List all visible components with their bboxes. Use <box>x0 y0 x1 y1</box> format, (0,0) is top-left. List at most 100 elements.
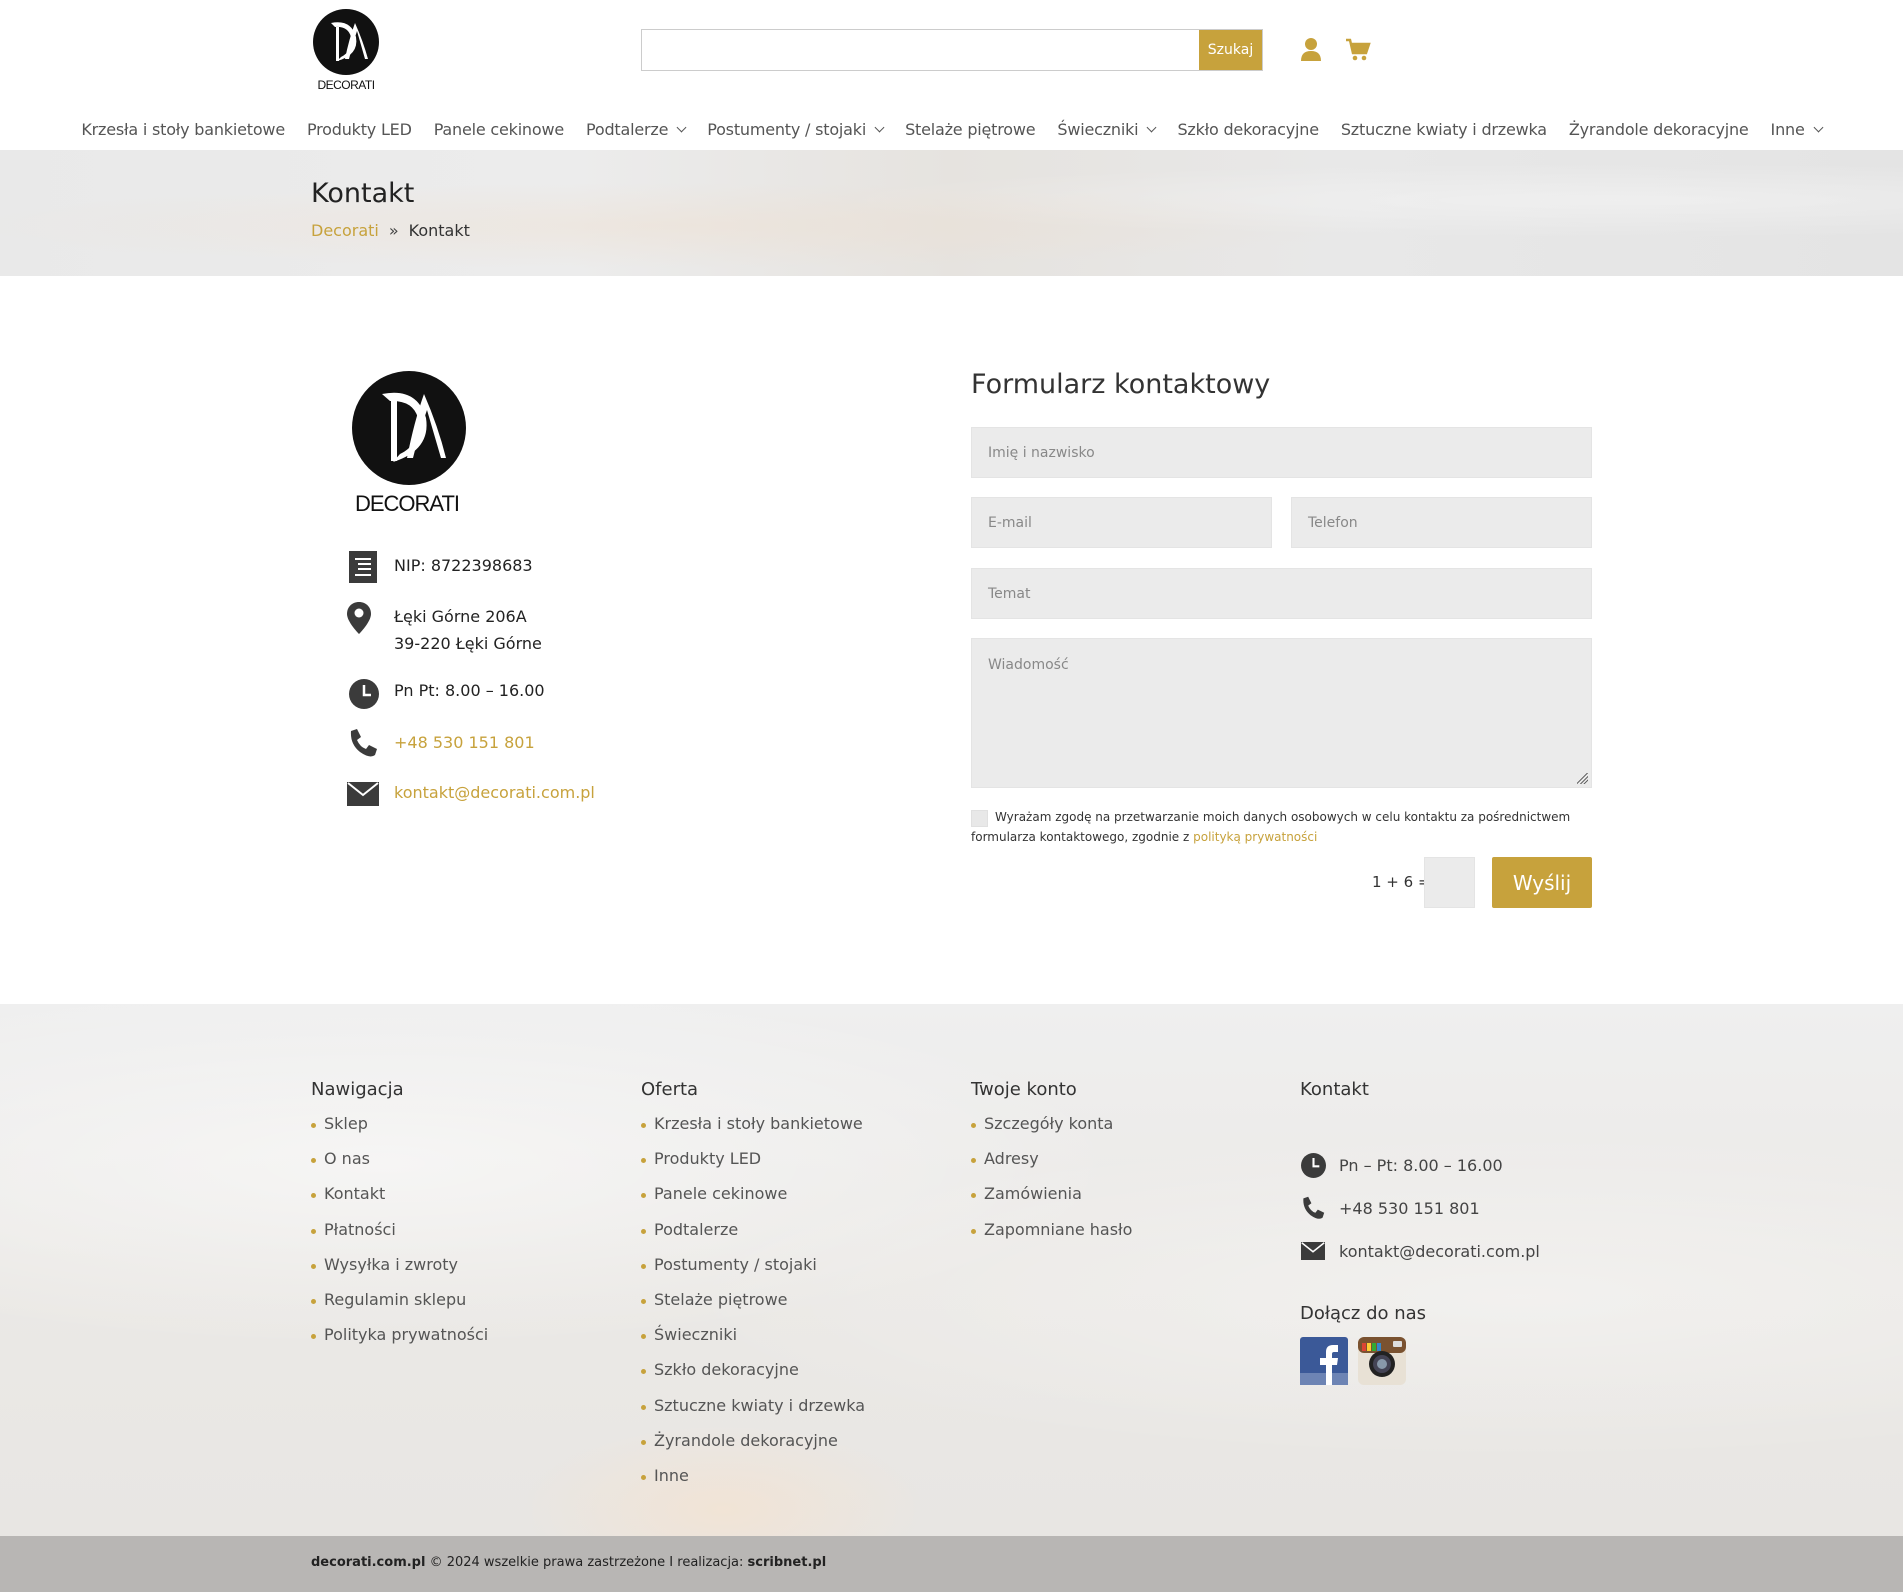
footer-offer-title: Oferta <box>641 1079 699 1100</box>
search-bar: Szukaj <box>641 29 1263 71</box>
footer-link[interactable]: O nas <box>311 1149 488 1184</box>
breadcrumb: Decorati » Kontakt <box>311 221 470 240</box>
footer <box>0 1004 1903 1536</box>
nav-item-stelaze[interactable]: Stelaże piętrowe <box>894 120 1046 139</box>
email-placeholder: E-mail <box>988 514 1032 531</box>
address-line-2: 39-220 Łęki Górne <box>394 634 542 653</box>
nav-item-krzesla[interactable]: Krzesła i stoły bankietowe <box>70 120 296 139</box>
submit-button[interactable]: Wyślij <box>1492 857 1592 908</box>
footer-hours: Pn – Pt: 8.00 – 16.00 <box>1339 1156 1503 1175</box>
nav-item-kwiaty[interactable]: Sztuczne kwiaty i drzewka <box>1330 120 1558 139</box>
footer-link[interactable]: Polityka prywatności <box>311 1325 488 1360</box>
chevron-down-icon <box>676 122 687 132</box>
consent-text: Wyrażam zgodę na przetwarzanie moich dan… <box>971 807 1601 847</box>
clock-icon <box>1300 1152 1326 1178</box>
resize-handle-icon[interactable] <box>1577 773 1588 784</box>
footer-phone-link[interactable]: +48 530 151 801 <box>1339 1199 1480 1218</box>
logo-wordmark: DECORATI <box>355 491 459 515</box>
phone-icon <box>347 727 379 759</box>
main-navigation: Krzesła i stoły bankietowe Produkty LED … <box>0 108 1903 150</box>
instagram-icon[interactable] <box>1358 1337 1406 1385</box>
search-input[interactable] <box>642 30 1199 70</box>
logo-wordmark: DECORATI <box>317 78 374 91</box>
footer-link[interactable]: Sklep <box>311 1114 488 1149</box>
document-icon <box>347 551 379 583</box>
breadcrumb-separator: » <box>388 221 399 240</box>
nav-item-swieczniki[interactable]: Świeczniki <box>1046 120 1166 139</box>
footer-link[interactable]: Szkło dekoracyjne <box>641 1360 865 1395</box>
footer-link[interactable]: Żyrandole dekoracyjne <box>641 1431 865 1466</box>
footer-link[interactable]: Zapomniane hasło <box>971 1220 1132 1255</box>
nav-item-podtalerze[interactable]: Podtalerze <box>575 120 696 139</box>
footer-account-list: Szczegóły konta Adresy Zamówienia Zapomn… <box>971 1114 1132 1255</box>
name-placeholder: Imię i nazwisko <box>988 444 1095 461</box>
footer-nav-title: Nawigacja <box>311 1079 404 1100</box>
footer-account-title: Twoje konto <box>971 1079 1077 1100</box>
footer-link[interactable]: Panele cekinowe <box>641 1184 865 1219</box>
envelope-icon <box>1300 1238 1326 1264</box>
footer-link[interactable]: Szczegóły konta <box>971 1114 1132 1149</box>
nav-item-produkty-led[interactable]: Produkty LED <box>296 120 423 139</box>
footer-link[interactable]: Krzesła i stoły bankietowe <box>641 1114 865 1149</box>
chevron-down-icon <box>1146 122 1157 132</box>
footer-offer-list: Krzesła i stoły bankietowe Produkty LED … <box>641 1114 865 1501</box>
name-field[interactable]: Imię i nazwisko <box>971 427 1592 478</box>
footer-nav-list: Sklep O nas Kontakt Płatności Wysyłka i … <box>311 1114 488 1360</box>
footer-link[interactable]: Płatności <box>311 1220 488 1255</box>
phone-field[interactable]: Telefon <box>1291 497 1592 548</box>
phone-link[interactable]: +48 530 151 801 <box>394 730 535 756</box>
footer-link[interactable]: Regulamin sklepu <box>311 1290 488 1325</box>
site-logo[interactable]: DECORATI <box>311 9 381 92</box>
footer-link[interactable]: Świeczniki <box>641 1325 865 1360</box>
clock-icon <box>348 678 380 710</box>
captcha-question: 1 + 6 = <box>1372 873 1431 891</box>
breadcrumb-home-link[interactable]: Decorati <box>311 221 379 240</box>
location-pin-icon <box>343 602 375 634</box>
form-title: Formularz kontaktowy <box>971 369 1271 400</box>
breadcrumb-current: Kontakt <box>408 221 470 240</box>
company-logo: DECORATI <box>349 370 469 516</box>
address-line-1: Łęki Górne 206A <box>394 607 527 626</box>
email-link[interactable]: kontakt@decorati.com.pl <box>394 780 595 806</box>
nav-item-postumenty[interactable]: Postumenty / stojaki <box>696 120 894 139</box>
chevron-down-icon <box>874 122 885 132</box>
footer-link[interactable]: Podtalerze <box>641 1220 865 1255</box>
envelope-icon <box>347 778 379 810</box>
footer-contact-title: Kontakt <box>1300 1079 1369 1100</box>
footer-email-link[interactable]: kontakt@decorati.com.pl <box>1339 1242 1540 1261</box>
nav-item-szklo[interactable]: Szkło dekoracyjne <box>1166 120 1329 139</box>
email-field[interactable]: E-mail <box>971 497 1272 548</box>
footer-link[interactable]: Postumenty / stojaki <box>641 1255 865 1290</box>
footer-social-title: Dołącz do nas <box>1300 1303 1427 1324</box>
footer-link[interactable]: Produkty LED <box>641 1149 865 1184</box>
message-placeholder: Wiadomość <box>988 657 1069 673</box>
subject-field[interactable]: Temat <box>971 568 1592 619</box>
page-banner <box>0 150 1903 276</box>
nav-item-zyrandole[interactable]: Żyrandole dekoracyjne <box>1558 120 1760 139</box>
copyright-text: decorati.com.pl © 2024 wszelkie prawa za… <box>311 1555 826 1570</box>
nip-number: NIP: 8722398683 <box>394 556 533 575</box>
footer-link[interactable]: Sztuczne kwiaty i drzewka <box>641 1396 865 1431</box>
footer-link[interactable]: Wysyłka i zwroty <box>311 1255 488 1290</box>
footer-link[interactable]: Zamówienia <box>971 1184 1132 1219</box>
page-title: Kontakt <box>311 178 415 209</box>
captcha-input[interactable] <box>1424 857 1475 908</box>
search-button[interactable]: Szukaj <box>1199 30 1262 70</box>
user-account-icon[interactable] <box>1300 37 1322 63</box>
footer-link[interactable]: Stelaże piętrowe <box>641 1290 865 1325</box>
phone-placeholder: Telefon <box>1308 514 1358 531</box>
footer-link[interactable]: Kontakt <box>311 1184 488 1219</box>
footer-link[interactable]: Adresy <box>971 1149 1132 1184</box>
copyright-notice: © 2024 wszelkie prawa zastrzeżone I real… <box>425 1555 748 1570</box>
nav-item-panele[interactable]: Panele cekinowe <box>423 120 575 139</box>
nav-item-inne[interactable]: Inne <box>1760 120 1833 139</box>
footer-link[interactable]: Inne <box>641 1466 865 1501</box>
phone-icon <box>1300 1195 1326 1221</box>
author-link[interactable]: scribnet.pl <box>748 1555 827 1570</box>
facebook-icon[interactable] <box>1300 1337 1348 1385</box>
subject-placeholder: Temat <box>988 585 1031 602</box>
message-field[interactable]: Wiadomość <box>971 638 1592 788</box>
chevron-down-icon <box>1813 122 1824 132</box>
cart-icon[interactable] <box>1345 38 1371 62</box>
privacy-policy-link[interactable]: polityką prywatności <box>1193 830 1317 844</box>
